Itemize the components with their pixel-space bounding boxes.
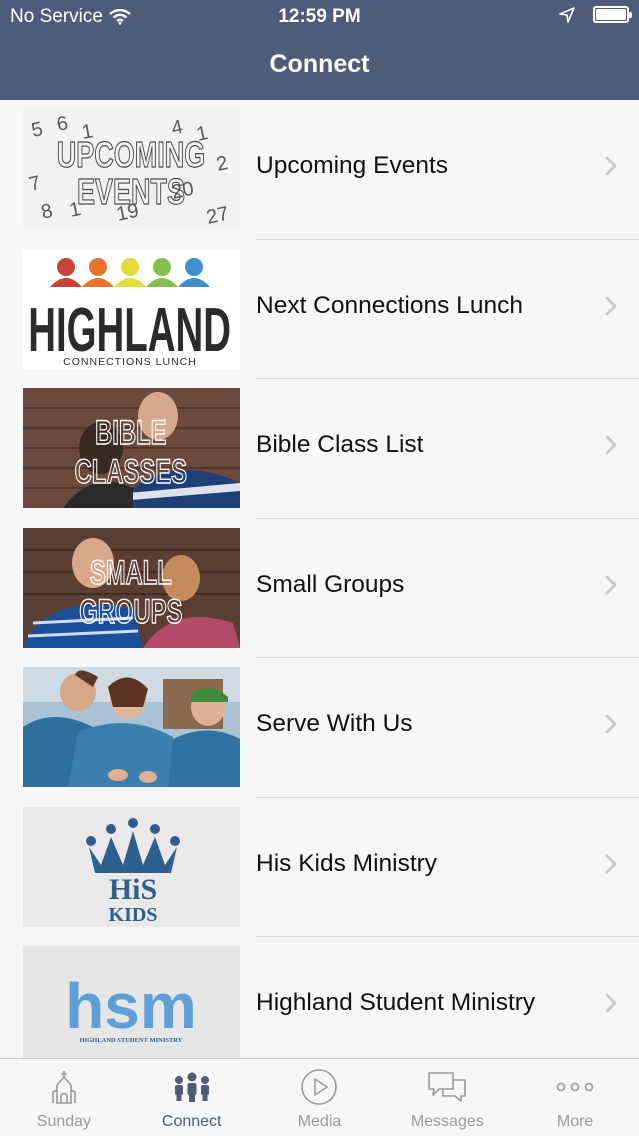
tab-label: More (556, 1113, 594, 1130)
connections-lunch-thumbnail: HIGHLAND CONNECTIONS LUNCH (23, 248, 240, 369)
list-item-next-connections-lunch[interactable]: HIGHLAND CONNECTIONS LUNCH Next Connecti… (0, 240, 639, 379)
hsm-thumb-logo: hsm (65, 970, 197, 1042)
chevron-right-icon (605, 993, 617, 1013)
chat-icon (428, 1072, 467, 1102)
tab-more[interactable]: More (511, 1059, 639, 1136)
his-kids-thumb-text-2: KIDS (109, 904, 158, 926)
connections-thumb-title: HIGHLAND (28, 294, 231, 364)
list-item-small-groups[interactable]: SMALL GROUPS Small Groups (0, 519, 639, 658)
row-label: Bible Class List (256, 431, 424, 458)
tab-connect[interactable]: Connect (128, 1059, 256, 1136)
small-groups-thumbnail: SMALL GROUPS (23, 527, 240, 648)
upcoming-thumb-text-1: UPCOMING (57, 134, 205, 175)
play-icon (301, 1069, 338, 1105)
status-right (559, 6, 632, 23)
his-kids-thumbnail: HiS KIDS (23, 806, 240, 927)
tab-messages[interactable]: Messages (383, 1059, 511, 1136)
list-item-bible-class-list[interactable]: BIBLE CLASSES Bible Class List (0, 379, 639, 519)
app-root: No Service 12:59 PM Connect 5 6 1 4 1 2 … (0, 0, 639, 1136)
more-dots-icon (556, 1082, 594, 1092)
tab-sunday[interactable]: Sunday (0, 1059, 128, 1136)
chevron-right-icon (605, 156, 617, 176)
small-groups-thumb-text-1: SMALL (90, 553, 172, 591)
row-label: His Kids Ministry (256, 849, 438, 877)
status-bar: No Service 12:59 PM (0, 0, 639, 34)
chevron-right-icon (605, 854, 617, 873)
tab-label: Connect (161, 1113, 222, 1130)
tab-label: Media (297, 1113, 342, 1130)
upcoming-events-thumbnail: 5 6 1 4 1 2 7 8 20 27 19 1 UPCOMING EVEN… (23, 109, 240, 229)
tab-media[interactable]: Media (256, 1059, 384, 1136)
chevron-right-icon (605, 575, 617, 594)
list-item-highland-student-ministry[interactable]: hsm HIGHLAND STUDENT MINISTRY Highland S… (0, 937, 639, 1058)
connections-thumb-subtitle: CONNECTIONS LUNCH (63, 356, 197, 368)
his-kids-thumb-text-1: HiS (109, 873, 157, 906)
bible-thumb-text-1: BIBLE (95, 414, 166, 452)
row-label: Upcoming Events (256, 152, 449, 179)
row-label: Highland Student Ministry (256, 989, 536, 1016)
chevron-right-icon (605, 296, 617, 315)
connect-list: 5 6 1 4 1 2 7 8 20 27 19 1 UPCOMING EVEN… (0, 100, 639, 1058)
tab-label: Sunday (36, 1113, 92, 1130)
people-icon (174, 1072, 209, 1102)
tab-label: Messages (410, 1113, 484, 1130)
row-label: Small Groups (256, 570, 405, 598)
bible-classes-thumbnail: BIBLE CLASSES (23, 388, 240, 508)
hsm-thumb-subtitle: HIGHLAND STUDENT MINISTRY (80, 1037, 183, 1044)
chevron-right-icon (605, 714, 617, 734)
row-label: Serve With Us (256, 710, 413, 737)
hsm-thumbnail: hsm HIGHLAND STUDENT MINISTRY (23, 946, 240, 1058)
church-icon (52, 1071, 76, 1104)
svg-text:27: 27 (204, 203, 230, 229)
serve-with-us-thumbnail (23, 667, 240, 787)
battery-icon (593, 6, 632, 23)
tab-bar: Sunday Connect Media Messages More (0, 1058, 639, 1136)
small-groups-thumb-text-2: GROUPS (79, 592, 182, 630)
list-item-his-kids-ministry[interactable]: HiS KIDS His Kids Ministry (0, 798, 639, 937)
bible-thumb-text-2: CLASSES (75, 453, 187, 491)
list-item-upcoming-events[interactable]: 5 6 1 4 1 2 7 8 20 27 19 1 UPCOMING EVEN… (0, 100, 639, 240)
location-arrow-icon (559, 6, 575, 23)
list-item-serve-with-us[interactable]: Serve With Us (0, 658, 639, 798)
upcoming-thumb-text-2: EVENTS (77, 171, 185, 212)
chevron-right-icon (605, 435, 617, 455)
page-title: Connect (269, 50, 370, 78)
status-time: 12:59 PM (278, 6, 361, 27)
row-label: Next Connections Lunch (256, 291, 523, 319)
navigation-header: No Service 12:59 PM Connect (0, 0, 639, 100)
